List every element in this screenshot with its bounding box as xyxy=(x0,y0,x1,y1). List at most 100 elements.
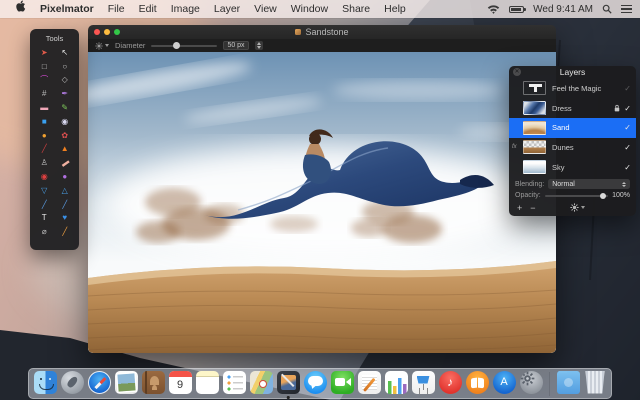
dock-system-preferences[interactable] xyxy=(519,371,543,397)
smudge-tool[interactable]: ╱ xyxy=(34,143,55,157)
menu-layer[interactable]: Layer xyxy=(207,0,247,18)
menu-help[interactable]: Help xyxy=(377,0,413,18)
paint-bucket-tool[interactable]: ■ xyxy=(34,115,55,129)
layer-row-sky[interactable]: Sky ✓ xyxy=(509,157,636,177)
move-tool[interactable]: ➤ xyxy=(34,46,55,60)
dock-ibooks[interactable] xyxy=(465,371,489,397)
window-title: Sandstone xyxy=(305,27,348,37)
menu-app-name[interactable]: Pixelmator xyxy=(33,0,101,18)
gear-icon xyxy=(570,203,579,212)
dock-itunes[interactable]: ♪ xyxy=(438,371,462,397)
menu-view[interactable]: View xyxy=(247,0,284,18)
dock-maps[interactable] xyxy=(249,371,273,397)
layer-settings-button[interactable] xyxy=(570,203,585,212)
menu-clock[interactable]: Wed 9:41 AM xyxy=(533,4,593,15)
menu-share[interactable]: Share xyxy=(335,0,377,18)
blur-tool[interactable]: ▽ xyxy=(34,184,55,198)
close-window-button[interactable] xyxy=(94,29,100,35)
visibility-checkbox[interactable]: ✓ xyxy=(624,163,631,172)
menu-edit[interactable]: Edit xyxy=(132,0,164,18)
minimize-window-button[interactable] xyxy=(104,29,110,35)
dock-contacts[interactable] xyxy=(141,371,165,397)
visibility-checkbox[interactable]: ✓ xyxy=(624,123,631,132)
spotlight-icon[interactable] xyxy=(602,4,612,14)
diameter-stepper[interactable] xyxy=(255,41,263,50)
menu-window[interactable]: Window xyxy=(284,0,335,18)
rect-marquee-tool[interactable]: □ xyxy=(34,60,55,74)
dock-downloads-folder[interactable] xyxy=(556,371,580,397)
dock-messages[interactable] xyxy=(303,371,327,397)
wifi-icon[interactable] xyxy=(487,4,500,14)
dock-keynote[interactable] xyxy=(411,371,435,397)
add-layer-button[interactable]: + xyxy=(517,204,522,212)
sharpen-tool[interactable]: △ xyxy=(55,184,76,198)
brush-settings-toolbar: Diameter 50 px xyxy=(88,39,556,52)
layer-row-feel-the-magic[interactable]: Feel the Magic ✓ xyxy=(509,79,636,99)
red-eye-tool[interactable]: ◉ xyxy=(34,170,55,184)
diameter-slider[interactable] xyxy=(151,45,217,47)
remove-layer-button[interactable]: − xyxy=(530,204,535,212)
layers-title: Layers xyxy=(509,67,636,77)
pixelmator-icon xyxy=(277,371,300,394)
pen-tool[interactable]: ✒ xyxy=(55,87,76,101)
opacity-slider-thumb[interactable] xyxy=(600,193,606,199)
dock-numbers[interactable] xyxy=(384,371,408,397)
eyedropper-tool[interactable]: ╱ xyxy=(55,225,76,239)
dock-finder[interactable] xyxy=(33,371,57,397)
brush-settings-button[interactable] xyxy=(95,42,109,50)
sky-layer-thumbnail xyxy=(523,160,546,174)
layer-row-dunes[interactable]: fx Dunes ✓ xyxy=(509,138,636,158)
system-preferences-icon xyxy=(520,371,543,394)
tools-grid: ➤ ↖ □ ○ ⌒ ◇ # ✒ ▬ ✎ ■ ◉ ● ✿ ╱ ▲ ♙ ▬ ◉ ● … xyxy=(34,46,75,239)
dock-appstore[interactable]: A xyxy=(492,371,516,397)
blending-select[interactable]: Normal xyxy=(548,179,630,189)
zoom-window-button[interactable] xyxy=(114,29,120,35)
gradient-tool[interactable]: ◉ xyxy=(55,115,76,129)
canvas[interactable] xyxy=(88,52,556,353)
polygonal-lasso-tool[interactable]: ◇ xyxy=(55,74,76,88)
window-titlebar[interactable]: Sandstone xyxy=(88,25,556,39)
dock-safari[interactable] xyxy=(87,371,111,397)
menu-file[interactable]: File xyxy=(101,0,132,18)
shape-tool[interactable]: ♥ xyxy=(55,212,76,226)
dock-calendar[interactable]: 9 xyxy=(168,371,192,397)
layer-row-dress[interactable]: Dress ✓ xyxy=(509,98,636,118)
visibility-checkbox[interactable]: ✓ xyxy=(624,143,631,152)
gear-icon xyxy=(520,371,535,386)
keynote-icon xyxy=(412,371,435,394)
arrange-tool[interactable]: ↖ xyxy=(55,46,76,60)
eraser-tool[interactable]: ▬ xyxy=(34,101,55,115)
clone-stamp-tool[interactable]: ♙ xyxy=(34,156,55,170)
layer-row-sand[interactable]: Sand ✓ xyxy=(509,118,636,138)
close-panel-icon[interactable]: ✕ xyxy=(513,68,521,76)
dock-notes[interactable] xyxy=(195,371,219,397)
dock-reminders[interactable] xyxy=(222,371,246,397)
dock-pages[interactable] xyxy=(357,371,381,397)
visibility-checkbox[interactable]: ✓ xyxy=(624,104,631,113)
visibility-checkbox[interactable]: ✓ xyxy=(624,84,631,93)
dock-photos[interactable] xyxy=(114,371,138,397)
blue-pencil-tool[interactable]: ╱ xyxy=(34,198,55,212)
pencil-tool[interactable]: ✎ xyxy=(55,101,76,115)
opacity-slider[interactable] xyxy=(545,195,608,197)
dock-launchpad[interactable] xyxy=(60,371,84,397)
dock-pixelmator[interactable] xyxy=(276,371,300,397)
apple-menu[interactable] xyxy=(8,0,33,18)
type-tool[interactable]: T xyxy=(34,212,55,226)
downloads-folder-icon xyxy=(557,371,580,394)
color-swatch-tool[interactable]: ✿ xyxy=(55,129,76,143)
notification-center-icon[interactable] xyxy=(621,5,632,14)
zoom-tool[interactable]: ⌀ xyxy=(34,225,55,239)
dock-facetime[interactable] xyxy=(330,371,354,397)
sponge-tool[interactable]: ● xyxy=(55,170,76,184)
ellipse-marquee-tool[interactable]: ○ xyxy=(55,60,76,74)
lasso-tool[interactable]: ⌒ xyxy=(34,74,55,88)
battery-icon[interactable] xyxy=(509,6,524,13)
ink-pen-tool[interactable]: ╱ xyxy=(55,198,76,212)
diameter-value-field[interactable]: 50 px xyxy=(223,41,248,50)
dock-trash[interactable] xyxy=(583,371,607,397)
brush-tool[interactable]: ● xyxy=(34,129,55,143)
crop-tool[interactable]: # xyxy=(34,87,55,101)
diameter-slider-thumb[interactable] xyxy=(173,42,180,49)
menu-image[interactable]: Image xyxy=(164,0,207,18)
